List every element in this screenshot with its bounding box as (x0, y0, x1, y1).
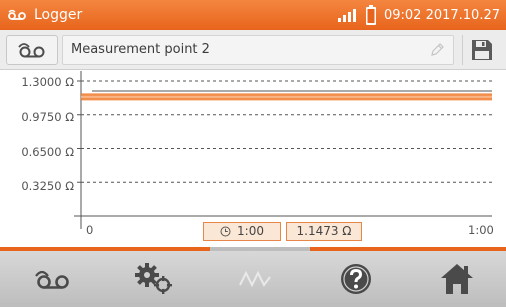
logger-tape-icon (18, 43, 45, 58)
nav-help-button[interactable] (305, 251, 406, 307)
logger-tape-icon (8, 9, 26, 20)
y-tick-label: 0.9750 Ω (21, 110, 74, 124)
signal-strength-icon (337, 9, 356, 22)
chart-plot-area (74, 71, 492, 229)
app-title: Logger (34, 7, 83, 23)
nav-home-button[interactable] (406, 251, 506, 307)
measurement-name-field[interactable]: Measurement point 2 (62, 35, 454, 65)
pencil-icon[interactable] (429, 42, 445, 58)
waveform-icon (238, 270, 271, 288)
save-button[interactable] (462, 35, 500, 65)
y-tick-label: 1.3000 Ω (21, 75, 74, 89)
nav-logger-button[interactable] (2, 251, 103, 307)
logger-button[interactable] (6, 35, 58, 65)
status-bar: Logger 09:02 2017.10.27 (0, 0, 506, 30)
cursor-value: 1.1473 Ω (296, 224, 352, 238)
x-tick-label: 1:00 (468, 223, 494, 237)
cursor-time-readout: 1:00 (203, 222, 281, 241)
logger-chart[interactable]: 1.3000 Ω 0.9750 Ω 0.6500 Ω 0.3250 Ω 0 1:… (0, 71, 506, 246)
floppy-disk-icon (471, 40, 492, 60)
logger-tape-icon (34, 270, 69, 289)
date-time: 09:02 2017.10.27 (383, 7, 500, 23)
battery-icon (365, 5, 376, 25)
gears-icon (134, 263, 172, 294)
nav-waveform-button[interactable] (204, 251, 305, 307)
nav-settings-button[interactable] (103, 251, 204, 307)
cursor-time: 1:00 (237, 224, 264, 238)
x-tick-label: 0 (86, 223, 94, 237)
help-icon (340, 264, 371, 294)
clock-icon (220, 226, 231, 237)
y-tick-label: 0.3250 Ω (21, 179, 74, 193)
header-bar: Measurement point 2 (0, 30, 506, 70)
home-icon (440, 264, 473, 294)
bottom-nav (0, 251, 506, 307)
measurement-name: Measurement point 2 (71, 42, 210, 57)
y-tick-label: 0.6500 Ω (21, 145, 74, 159)
cursor-value-readout: 1.1473 Ω (286, 222, 362, 241)
